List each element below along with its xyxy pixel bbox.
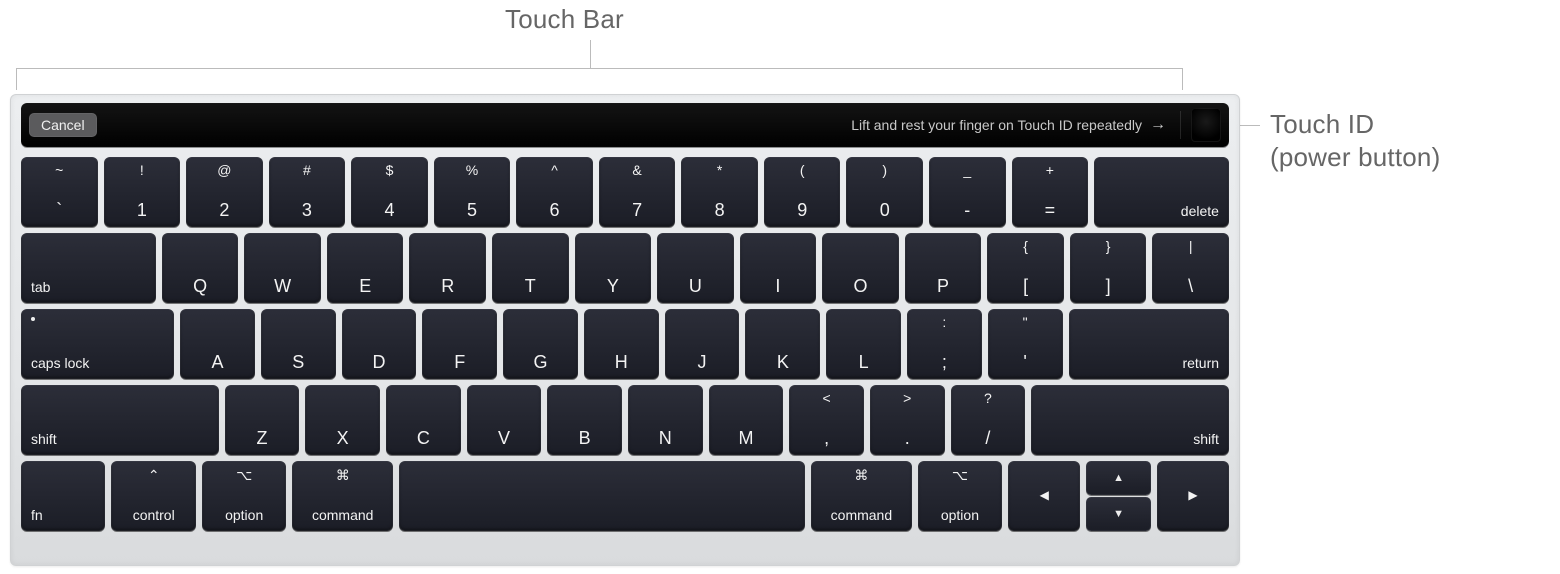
keyboard-frame: Cancel Lift and rest your finger on Touc… bbox=[10, 94, 1240, 566]
key-k[interactable]: K bbox=[745, 309, 820, 379]
key-right-bracket[interactable]: }] bbox=[1070, 233, 1147, 303]
key-command-left[interactable]: ⌘ command bbox=[292, 461, 393, 531]
key-return[interactable]: return bbox=[1069, 309, 1230, 379]
key-i[interactable]: I bbox=[740, 233, 817, 303]
touchbar-message: Lift and rest your finger on Touch ID re… bbox=[851, 116, 1170, 134]
key-2[interactable]: @2 bbox=[186, 157, 263, 227]
key-caps-lock[interactable]: caps lock bbox=[21, 309, 174, 379]
key-e[interactable]: E bbox=[327, 233, 404, 303]
key-s[interactable]: S bbox=[261, 309, 336, 379]
key-slash[interactable]: ?/ bbox=[951, 385, 1026, 455]
caps-lock-indicator bbox=[31, 317, 35, 321]
key-command-right[interactable]: ⌘ command bbox=[811, 461, 912, 531]
callout-line bbox=[16, 68, 17, 90]
key-3[interactable]: #3 bbox=[269, 157, 346, 227]
key-comma[interactable]: <, bbox=[789, 385, 864, 455]
key-shift-right[interactable]: shift bbox=[1031, 385, 1229, 455]
key-v[interactable]: V bbox=[467, 385, 542, 455]
key-w[interactable]: W bbox=[244, 233, 321, 303]
key-1[interactable]: !1 bbox=[104, 157, 181, 227]
key-x[interactable]: X bbox=[305, 385, 380, 455]
key-arrow-right[interactable]: ▶ bbox=[1157, 461, 1229, 531]
key-row-3: caps lock A S D F G H J K L :; "' return bbox=[21, 309, 1229, 379]
label-touch-id: Touch ID (power button) bbox=[1270, 108, 1440, 173]
key-arrow-up[interactable]: ▲ bbox=[1086, 461, 1150, 495]
key-fn[interactable]: fn bbox=[21, 461, 105, 531]
key-p[interactable]: P bbox=[905, 233, 982, 303]
key-b[interactable]: B bbox=[547, 385, 622, 455]
key-m[interactable]: M bbox=[709, 385, 784, 455]
key-shift-left[interactable]: shift bbox=[21, 385, 219, 455]
option-glyph-icon: ⌥ bbox=[236, 467, 252, 484]
key-6[interactable]: ^6 bbox=[516, 157, 593, 227]
key-control[interactable]: ⌃ control bbox=[111, 461, 195, 531]
key-row-1: ~` !1 @2 #3 $4 %5 ^6 &7 *8 (9 )0 _- += d… bbox=[21, 157, 1229, 227]
key-quote[interactable]: "' bbox=[988, 309, 1063, 379]
arrow-right-icon: → bbox=[1150, 116, 1166, 134]
key-left-bracket[interactable]: {[ bbox=[987, 233, 1064, 303]
key-t[interactable]: T bbox=[492, 233, 569, 303]
key-row-5: fn ⌃ control ⌥ option ⌘ command ⌘ comman… bbox=[21, 461, 1229, 531]
label-touch-id-line1: Touch ID bbox=[1270, 108, 1440, 141]
key-y[interactable]: Y bbox=[575, 233, 652, 303]
command-glyph-icon: ⌘ bbox=[854, 467, 868, 484]
key-r[interactable]: R bbox=[409, 233, 486, 303]
callout-line bbox=[590, 40, 591, 68]
key-delete[interactable]: delete bbox=[1094, 157, 1229, 227]
key-row-2: tab Q W E R T Y U I O P {[ }] |\ bbox=[21, 233, 1229, 303]
key-semicolon[interactable]: :; bbox=[907, 309, 982, 379]
key-5[interactable]: %5 bbox=[434, 157, 511, 227]
touchbar-message-text: Lift and rest your finger on Touch ID re… bbox=[851, 117, 1142, 133]
key-row-4: shift Z X C V B N M <, >. ?/ shift bbox=[21, 385, 1229, 455]
key-0[interactable]: )0 bbox=[846, 157, 923, 227]
key-arrow-left[interactable]: ◀ bbox=[1008, 461, 1080, 531]
key-z[interactable]: Z bbox=[225, 385, 300, 455]
key-c[interactable]: C bbox=[386, 385, 461, 455]
key-minus[interactable]: _- bbox=[929, 157, 1006, 227]
touchbar-cancel-button[interactable]: Cancel bbox=[29, 113, 97, 137]
key-arrow-updown: ▲ ▼ bbox=[1086, 461, 1150, 531]
key-period[interactable]: >. bbox=[870, 385, 945, 455]
key-j[interactable]: J bbox=[665, 309, 740, 379]
key-option-right[interactable]: ⌥ option bbox=[918, 461, 1002, 531]
key-8[interactable]: *8 bbox=[681, 157, 758, 227]
key-option-left[interactable]: ⌥ option bbox=[202, 461, 286, 531]
key-arrow-down[interactable]: ▼ bbox=[1086, 497, 1150, 531]
key-u[interactable]: U bbox=[657, 233, 734, 303]
key-l[interactable]: L bbox=[826, 309, 901, 379]
key-o[interactable]: O bbox=[822, 233, 899, 303]
command-glyph-icon: ⌘ bbox=[336, 467, 350, 484]
key-d[interactable]: D bbox=[342, 309, 417, 379]
key-spacebar[interactable] bbox=[399, 461, 805, 531]
control-glyph-icon: ⌃ bbox=[148, 467, 160, 484]
key-g[interactable]: G bbox=[503, 309, 578, 379]
key-9[interactable]: (9 bbox=[764, 157, 841, 227]
touch-id-sensor[interactable] bbox=[1191, 108, 1221, 142]
key-equals[interactable]: += bbox=[1012, 157, 1089, 227]
key-4[interactable]: $4 bbox=[351, 157, 428, 227]
touchbar-divider bbox=[1180, 111, 1181, 139]
key-backslash[interactable]: |\ bbox=[1152, 233, 1229, 303]
key-backtick[interactable]: ~` bbox=[21, 157, 98, 227]
callout-line bbox=[16, 68, 1182, 69]
option-glyph-icon: ⌥ bbox=[952, 467, 968, 484]
key-tab[interactable]: tab bbox=[21, 233, 156, 303]
callout-line bbox=[1182, 68, 1183, 90]
label-touch-bar: Touch Bar bbox=[505, 4, 624, 35]
key-q[interactable]: Q bbox=[162, 233, 239, 303]
label-touch-id-line2: (power button) bbox=[1270, 141, 1440, 174]
touch-bar[interactable]: Cancel Lift and rest your finger on Touc… bbox=[21, 103, 1229, 147]
key-7[interactable]: &7 bbox=[599, 157, 676, 227]
key-n[interactable]: N bbox=[628, 385, 703, 455]
keyboard-rows: ~` !1 @2 #3 $4 %5 ^6 &7 *8 (9 )0 _- += d… bbox=[21, 157, 1229, 531]
key-f[interactable]: F bbox=[422, 309, 497, 379]
key-a[interactable]: A bbox=[180, 309, 255, 379]
key-h[interactable]: H bbox=[584, 309, 659, 379]
